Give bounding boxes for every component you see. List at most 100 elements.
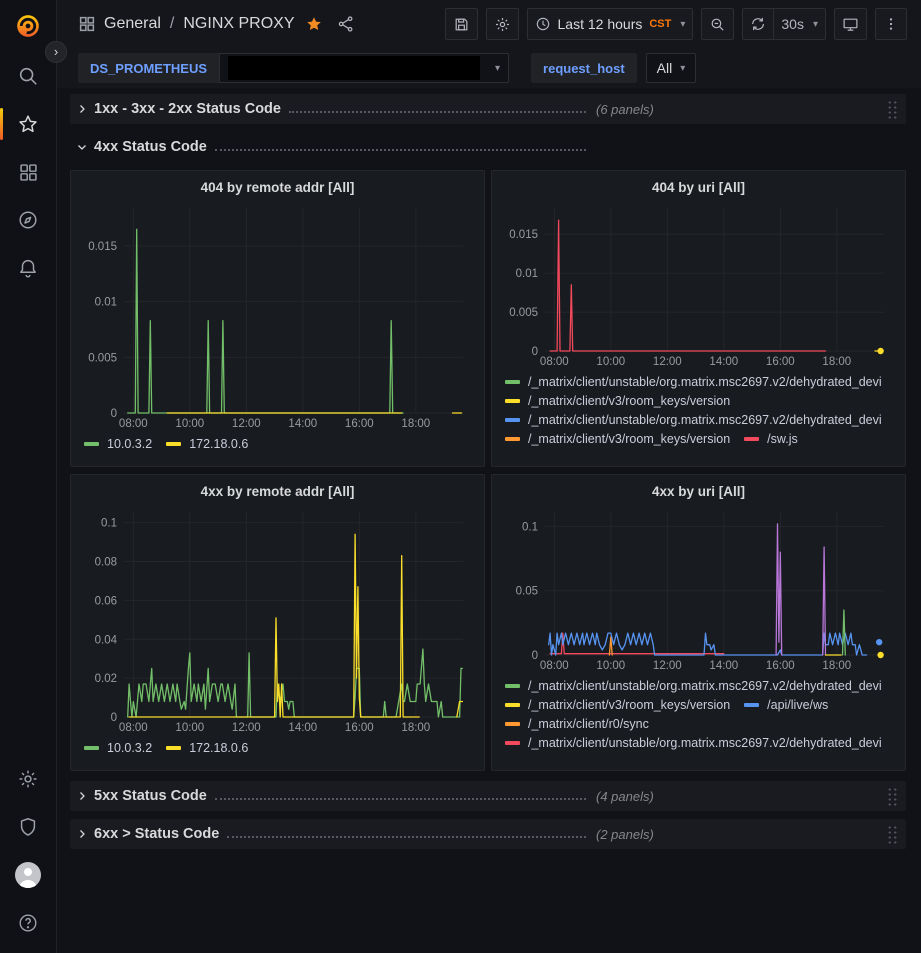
svg-text:08:00: 08:00 — [119, 722, 148, 734]
legend-item[interactable]: 10.0.3.2 — [84, 741, 152, 755]
panel-legend: /_matrix/client/unstable/org.matrix.msc2… — [501, 677, 896, 763]
legend-item[interactable]: /_matrix/client/unstable/org.matrix.msc2… — [505, 413, 882, 427]
save-dashboard-button[interactable] — [445, 8, 478, 40]
row-header-4xx[interactable]: 4xx Status Code — [70, 132, 906, 162]
refresh-interval-label: 30s — [781, 16, 804, 32]
svg-text:10:00: 10:00 — [596, 660, 625, 672]
legend-swatch — [744, 703, 759, 707]
legend-item[interactable]: 172.18.0.6 — [166, 437, 248, 451]
legend-label: /api/live/ws — [767, 698, 828, 712]
kebab-icon — [883, 16, 899, 32]
panel-title[interactable]: 404 by remote addr [All] — [80, 176, 475, 199]
legend-item[interactable]: /_matrix/client/v3/room_keys/version — [505, 394, 730, 408]
panel-title[interactable]: 4xx by remote addr [All] — [80, 480, 475, 503]
row-drag-handle[interactable] — [887, 825, 898, 844]
sidebar-item-starred[interactable] — [0, 100, 56, 148]
time-range-picker[interactable]: Last 12 hours CST ▾ — [527, 8, 694, 40]
dotted-leader — [289, 101, 586, 113]
tv-mode-button[interactable] — [834, 8, 867, 40]
legend-item[interactable]: /_matrix/client/unstable/org.matrix.msc2… — [505, 375, 882, 389]
row-drag-handle[interactable] — [887, 100, 898, 119]
zoom-out-time-button[interactable] — [701, 8, 734, 40]
dotted-leader — [215, 788, 586, 800]
refresh-group: 30s ▾ — [742, 8, 826, 40]
row-header-5xx[interactable]: 5xx Status Code (4 panels) — [70, 781, 906, 811]
panel-4xx-by-remote-addr: 4xx by remote addr [All] 08:0010:0012:00… — [70, 474, 485, 771]
row-drag-handle[interactable] — [887, 787, 898, 806]
timeseries-chart[interactable]: 08:0010:0012:0014:0016:0018:0000.0050.01… — [80, 199, 475, 433]
refresh-interval-picker[interactable]: 30s ▾ — [774, 8, 826, 40]
favorite-star-icon[interactable] — [305, 15, 323, 33]
legend-swatch — [166, 442, 181, 446]
legend-item[interactable]: /sw.js — [744, 432, 798, 446]
dotted-leader — [215, 139, 586, 151]
refresh-button[interactable] — [742, 8, 774, 40]
legend-item[interactable]: /_matrix/client/r0/sync — [505, 717, 649, 731]
panel-title[interactable]: 4xx by uri [All] — [501, 480, 896, 503]
sidebar-expand-button[interactable]: › — [45, 41, 67, 63]
sidebar-item-dashboards[interactable] — [0, 148, 56, 196]
legend-item[interactable]: 172.18.0.6 — [166, 741, 248, 755]
timeseries-chart[interactable]: 08:0010:0012:0014:0016:0018:0000.050.1 — [501, 503, 896, 675]
request-host-variable-label[interactable]: request_host — [531, 53, 637, 83]
svg-text:0.005: 0.005 — [509, 307, 538, 319]
legend-item[interactable]: 10.0.3.2 — [84, 437, 152, 451]
legend-swatch — [84, 746, 99, 750]
share-icon[interactable] — [337, 15, 355, 33]
datasource-variable-dropdown[interactable]: ▾ — [219, 53, 509, 83]
svg-text:0.05: 0.05 — [516, 586, 538, 598]
timeseries-chart[interactable]: 08:0010:0012:0014:0016:0018:0000.020.040… — [80, 503, 475, 737]
legend-item[interactable]: /_matrix/client/unstable/org.matrix.msc2… — [505, 679, 882, 693]
save-icon — [453, 16, 470, 33]
sidebar-item-explore[interactable] — [0, 196, 56, 244]
server-admin-shield-icon[interactable] — [0, 803, 56, 851]
legend-item[interactable]: /_matrix/client/unstable/org.matrix.msc2… — [505, 736, 882, 750]
legend-swatch — [166, 746, 181, 750]
dashboard-settings-button[interactable] — [486, 8, 519, 40]
svg-text:18:00: 18:00 — [401, 722, 430, 734]
svg-text:0.1: 0.1 — [522, 521, 538, 533]
settings-gear-icon[interactable] — [0, 755, 56, 803]
svg-text:08:00: 08:00 — [119, 418, 148, 430]
svg-text:12:00: 12:00 — [653, 356, 682, 368]
user-avatar[interactable] — [0, 851, 56, 899]
legend-label: /sw.js — [767, 432, 798, 446]
svg-text:0: 0 — [532, 650, 538, 662]
breadcrumb-section[interactable]: General — [104, 15, 161, 33]
legend-swatch — [505, 722, 520, 726]
legend-label: 10.0.3.2 — [107, 741, 152, 755]
legend-swatch — [84, 442, 99, 446]
variables-submenu: DS_PROMETHEUS ▾ request_host All ▾ — [57, 48, 921, 88]
row-header-6xx[interactable]: 6xx > Status Code (2 panels) — [70, 819, 906, 849]
legend-item[interactable]: /api/live/ws — [744, 698, 828, 712]
svg-text:0: 0 — [111, 712, 117, 724]
breadcrumb-dashboard-title[interactable]: NGINX PROXY — [183, 15, 294, 33]
svg-text:14:00: 14:00 — [709, 356, 738, 368]
legend-item[interactable]: /_matrix/client/v3/room_keys/version — [505, 432, 730, 446]
grafana-app: › General / NGINX PROXY — [0, 0, 921, 953]
dotted-leader — [227, 826, 586, 838]
panel-404-by-remote-addr: 404 by remote addr [All] 08:0010:0012:00… — [70, 170, 485, 467]
chevron-down-icon: ▾ — [495, 63, 500, 74]
clock-icon — [535, 16, 551, 32]
chevron-right-icon — [70, 790, 94, 802]
sidebar-item-alerting[interactable] — [0, 244, 56, 292]
request-host-variable-dropdown[interactable]: All ▾ — [646, 53, 697, 83]
breadcrumb-separator: / — [170, 15, 174, 33]
legend-swatch — [505, 380, 520, 384]
more-options-kebab-button[interactable] — [875, 8, 907, 40]
row-panel-count: (2 panels) — [596, 827, 654, 842]
svg-text:0: 0 — [111, 408, 117, 420]
panel-title[interactable]: 404 by uri [All] — [501, 176, 896, 199]
svg-text:0.1: 0.1 — [101, 518, 117, 530]
chevron-down-icon: ▾ — [680, 63, 685, 74]
legend-label: /_matrix/client/v3/room_keys/version — [528, 394, 730, 408]
timeseries-chart[interactable]: 08:0010:0012:0014:0016:0018:0000.0050.01… — [501, 199, 896, 371]
legend-item[interactable]: /_matrix/client/v3/room_keys/version — [505, 698, 730, 712]
svg-text:0.06: 0.06 — [95, 595, 117, 607]
svg-text:0.08: 0.08 — [95, 557, 117, 569]
row-header-1xx-3xx-2xx[interactable]: 1xx - 3xx - 2xx Status Code (6 panels) — [70, 94, 906, 124]
request-host-value: All — [657, 60, 673, 76]
datasource-variable-label[interactable]: DS_PROMETHEUS — [78, 53, 219, 83]
help-icon[interactable] — [0, 899, 56, 947]
